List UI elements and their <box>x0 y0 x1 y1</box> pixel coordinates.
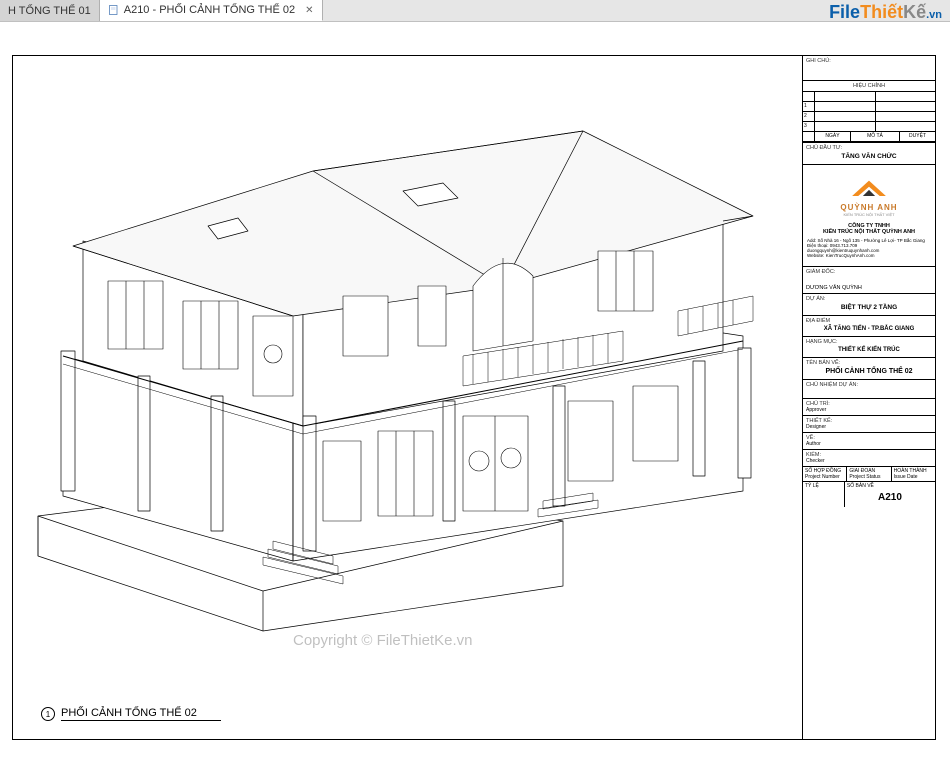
project-name: BIỆT THỰ 2 TẦNG <box>806 302 932 313</box>
caption-title: PHỐI CẢNH TỔNG THỂ 02 <box>61 707 221 721</box>
drawing-viewport[interactable]: 1 PHỐI CẢNH TỔNG THỂ 02 Copyright © File… <box>13 56 803 739</box>
sheet-icon <box>108 4 120 16</box>
logo-icon <box>846 173 892 203</box>
drawing-sheet: 1 PHỐI CẢNH TỔNG THỂ 02 Copyright © File… <box>12 55 936 740</box>
title-block: GHI CHÚ: HIỆU CHỈNH 1 2 3 NGÀY MÔ TẢ DUY… <box>803 56 935 739</box>
company-logo-block: QUỲNH ANH KIẾN TRÚC NỘI THẤT VIỆT CÔNG T… <box>803 165 935 267</box>
close-icon[interactable]: ✕ <box>305 5 313 16</box>
company-name: CÔNG TY TNHH KIẾN TRÚC NỘI THẤT QUỲNH AN… <box>823 223 915 235</box>
project-location: XÃ TĂNG TIẾN - TP.BẮC GIANG <box>806 324 932 334</box>
view-tabs: H TỔNG THỂ 01 A210 - PHỐI CẢNH TỔNG THỂ … <box>0 0 950 22</box>
tab-label: H TỔNG THỂ 01 <box>8 5 91 17</box>
house-3d-perspective <box>23 86 803 646</box>
copyright-watermark: Copyright © FileThietKe.vn <box>293 632 472 649</box>
tab-active[interactable]: A210 - PHỐI CẢNH TỔNG THỂ 02 ✕ <box>100 0 323 21</box>
view-caption: 1 PHỐI CẢNH TỔNG THỂ 02 <box>41 707 221 721</box>
sheet-number: A210 <box>847 489 933 506</box>
tab-label: A210 - PHỐI CẢNH TỔNG THỂ 02 <box>124 4 295 16</box>
chu-dau-tu-value: TĂNG VĂN CHỨC <box>806 151 932 162</box>
caption-number: 1 <box>41 707 55 721</box>
tab-inactive[interactable]: H TỔNG THỂ 01 <box>0 0 100 21</box>
revision-table: HIỆU CHỈNH 1 2 3 NGÀY MÔ TẢ DUYỆT <box>803 81 935 143</box>
drawing-title: PHỐI CẢNH TỔNG THỂ 02 <box>806 366 932 377</box>
brand-watermark: FileThiếtKế.vn <box>829 2 942 23</box>
